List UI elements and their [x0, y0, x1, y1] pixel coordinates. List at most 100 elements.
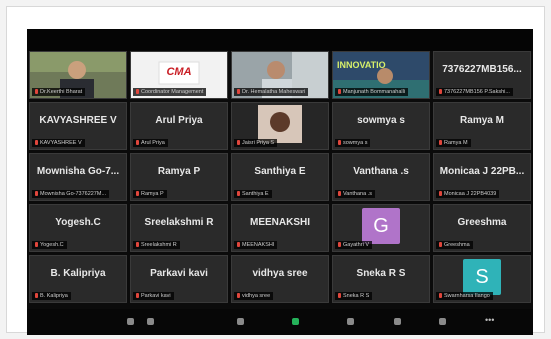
participant-tile[interactable]: Parkavi kavi Parkavi kavi [130, 255, 228, 303]
reactions-icon[interactable] [394, 318, 401, 325]
apps-icon[interactable] [439, 318, 446, 325]
participant-name-text: Sreelakshmi R [141, 242, 177, 248]
muted-mic-icon [439, 242, 442, 248]
muted-mic-icon [237, 89, 240, 95]
participant-name-label: Jaisri Priya S [234, 139, 278, 147]
participant-tile[interactable]: Jaisri Priya S [231, 102, 329, 150]
muted-mic-icon [338, 191, 341, 197]
share-screen-icon[interactable] [292, 318, 299, 325]
participant-tile[interactable]: Mownisha Go-7... Mownisha Go-7376227M... [29, 153, 127, 201]
participant-name-text: vidhya sree [242, 293, 271, 299]
participant-tile[interactable]: Dr.Keerthi Bharat [29, 51, 127, 99]
participant-tile[interactable]: Santhiya E Santhiya E [231, 153, 329, 201]
participant-name-label: vidhya sree [234, 292, 274, 300]
participant-display-name: Greeshma [457, 217, 507, 228]
muted-mic-icon [237, 191, 240, 197]
participant-display-name: Mownisha Go-7... [36, 166, 120, 177]
participant-display-name: Sneka R S [356, 268, 406, 279]
participant-tile[interactable]: Vanthana .s Vanthana .s [332, 153, 430, 201]
participant-name-label: Ramya M [436, 139, 471, 147]
participant-display-name: KAVYASHREE V [39, 115, 117, 126]
participant-name-label: KAVYASHREE V [32, 139, 85, 147]
participant-name-label: Monicaa J 22PB4039 [436, 190, 500, 198]
participant-tile[interactable]: vidhya sree vidhya sree [231, 255, 329, 303]
more-icon[interactable]: ••• [485, 315, 494, 325]
innovation-banner: INNOVATIO [337, 60, 386, 70]
participant-display-name: Ramya M [460, 115, 504, 126]
participant-tile[interactable]: Dr. Hemalatha Maheswari [231, 51, 329, 99]
muted-mic-icon [35, 191, 38, 197]
participant-display-name: vidhya sree [252, 268, 308, 279]
participant-name-text: Parkavi kavi [141, 293, 171, 299]
security-icon[interactable] [237, 318, 244, 325]
participant-name-text: Ramya P [141, 191, 164, 197]
participant-tile[interactable]: Ramya M Ramya M [433, 102, 531, 150]
muted-mic-icon [338, 242, 341, 248]
participant-name-label: Manjunath Bommanahalli [335, 88, 409, 96]
participant-tile[interactable]: S Swarnharsa Ilango [433, 255, 531, 303]
participant-name-text: Monicaa J 22PB4039 [444, 191, 497, 197]
muted-mic-icon [338, 140, 341, 146]
participant-name-label: Mownisha Go-7376227M... [32, 190, 110, 198]
participant-name-label: B. Kalipriya [32, 292, 71, 300]
participant-display-name: Monicaa J 22PB... [439, 166, 525, 177]
participant-name-text: MEENAKSHI [242, 242, 275, 248]
participant-name-text: B. Kalipriya [40, 293, 68, 299]
participant-tile[interactable]: Monicaa J 22PB... Monicaa J 22PB4039 [433, 153, 531, 201]
participant-display-name: Parkavi kavi [150, 268, 208, 279]
muted-mic-icon [136, 293, 139, 299]
participant-display-name: Vanthana .s [353, 166, 409, 177]
participant-tile[interactable]: G Gayathri V [332, 204, 430, 252]
participant-tile[interactable]: 7376227MB156... 7376227MB156 P.Sakshi... [433, 51, 531, 99]
participant-name-label: sowmya s [335, 139, 371, 147]
participants-icon[interactable] [347, 318, 354, 325]
muted-mic-icon [35, 89, 38, 95]
participant-name-label: Ramya P [133, 190, 167, 198]
participant-tile[interactable]: Arul Priya Arul Priya [130, 102, 228, 150]
participant-name-label: Santhiya E [234, 190, 272, 198]
participant-name-label: Greeshma [436, 241, 473, 249]
avatar: G [362, 208, 400, 244]
screenshot-frame: Dr.Keerthi Bharat CMA Coordinator Manageme… [6, 6, 545, 335]
participant-display-name: 7376227MB156... [442, 64, 522, 75]
participant-name-label: Sreelakshmi R [133, 241, 180, 249]
muted-mic-icon [439, 89, 442, 95]
muted-mic-icon [338, 293, 341, 299]
participant-display-name: Yogesh.C [55, 217, 101, 228]
muted-mic-icon [136, 242, 139, 248]
participant-tile[interactable]: Greeshma Greeshma [433, 204, 531, 252]
avatar: S [463, 259, 501, 295]
participant-name-label: Dr.Keerthi Bharat [32, 88, 86, 96]
participant-tile[interactable]: MEENAKSHI MEENAKSHI [231, 204, 329, 252]
participant-name-text: sowmya s [343, 140, 368, 146]
muted-mic-icon [237, 140, 240, 146]
participant-tile[interactable]: INNOVATIO Manjunath Bommanahalli [332, 51, 430, 99]
participant-tile[interactable]: Ramya P Ramya P [130, 153, 228, 201]
mute-icon[interactable] [127, 318, 134, 325]
participant-name-label: Arul Priya [133, 139, 168, 147]
muted-mic-icon [237, 242, 240, 248]
participant-tile[interactable]: Yogesh.C Yogesh.C [29, 204, 127, 252]
participant-display-name: Sreelakshmi R [144, 217, 214, 228]
video-icon[interactable] [147, 318, 154, 325]
participant-name-label: MEENAKSHI [234, 241, 278, 249]
participant-display-name: Arul Priya [155, 115, 203, 126]
muted-mic-icon [237, 293, 240, 299]
participant-name-text: Greeshma [444, 242, 470, 248]
muted-mic-icon [35, 293, 38, 299]
muted-mic-icon [338, 89, 341, 95]
participant-name-text: Sneka R S [343, 293, 370, 299]
participant-name-label: Swarnharsa Ilango [436, 292, 493, 300]
participant-name-text: Gayathri V [343, 242, 369, 248]
participant-tile[interactable]: B. Kalipriya B. Kalipriya [29, 255, 127, 303]
participant-tile[interactable]: Sreelakshmi R Sreelakshmi R [130, 204, 228, 252]
participant-display-name: B. Kalipriya [50, 268, 106, 279]
participant-name-label: Vanthana .s [335, 190, 375, 198]
participant-tile[interactable]: CMA Coordinator Management [130, 51, 228, 99]
participant-tile[interactable]: KAVYASHREE V KAVYASHREE V [29, 102, 127, 150]
participant-tile[interactable]: sowmya s sowmya s [332, 102, 430, 150]
muted-mic-icon [439, 140, 442, 146]
participant-name-text: Vanthana .s [343, 191, 372, 197]
participant-tile[interactable]: Sneka R S Sneka R S [332, 255, 430, 303]
participant-name-text: Coordinator Management [141, 89, 204, 95]
